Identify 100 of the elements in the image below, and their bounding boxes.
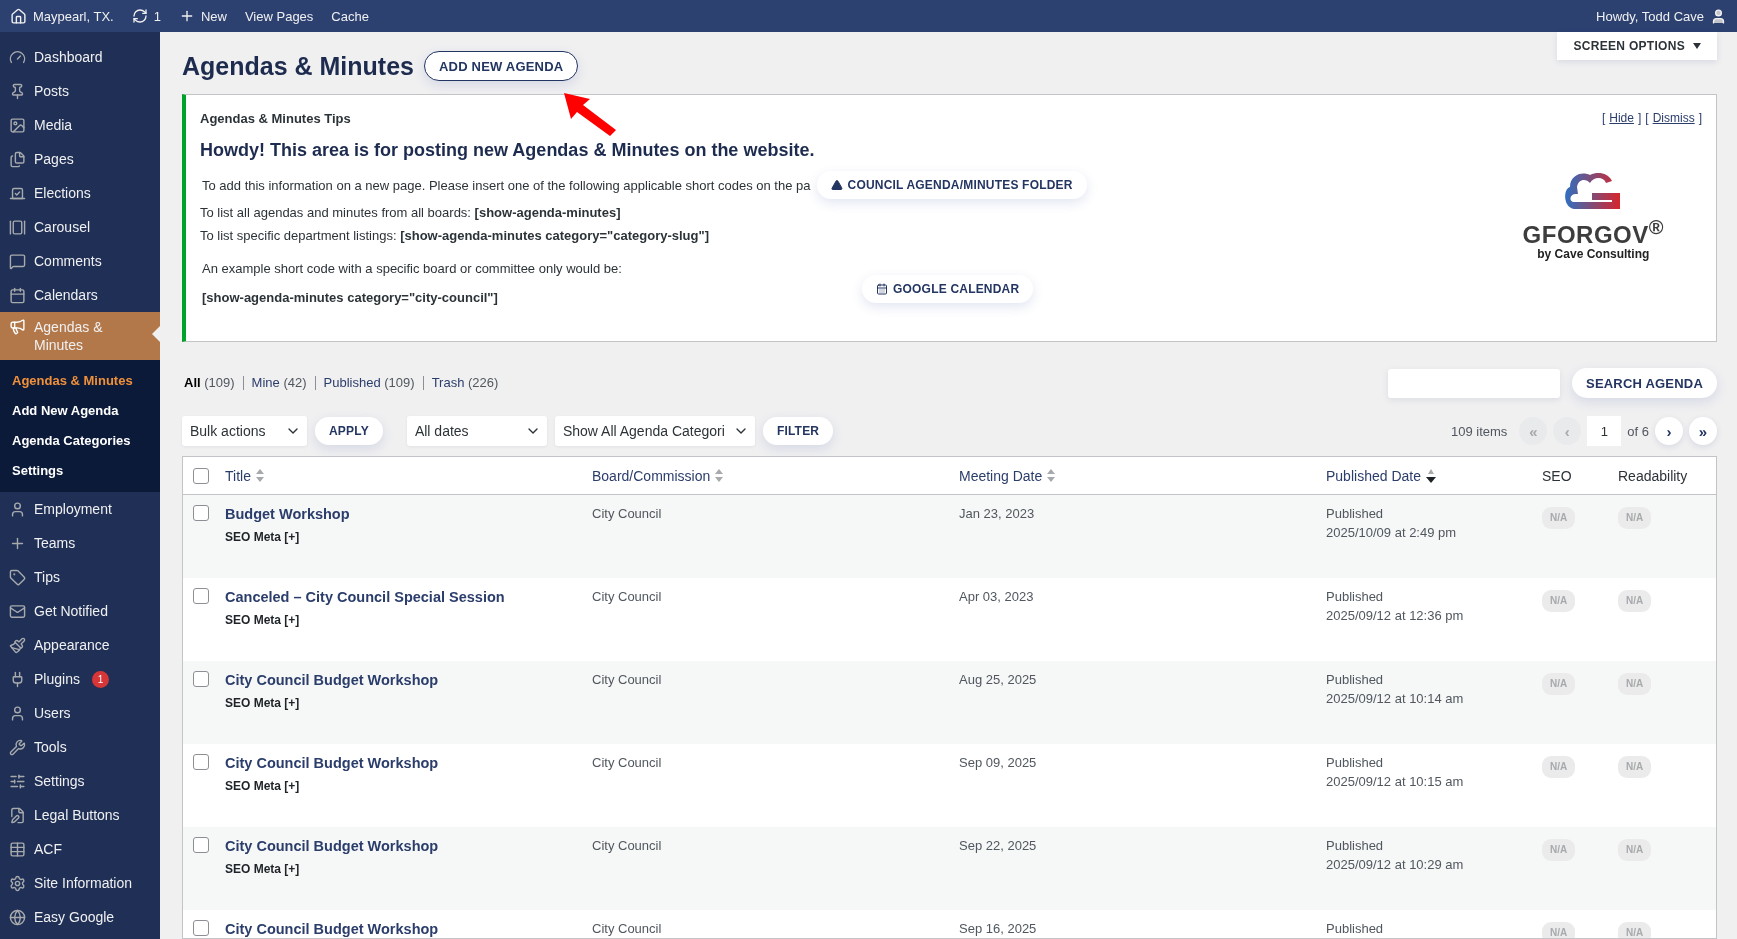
view-filter-link[interactable]: All (109) bbox=[182, 376, 243, 390]
filter-button[interactable]: FILTER bbox=[762, 417, 834, 445]
account-link[interactable]: Howdy, Todd Cave bbox=[1596, 7, 1727, 25]
column-header[interactable]: Readability bbox=[1618, 467, 1716, 484]
sliders-icon bbox=[9, 772, 26, 790]
row-checkbox[interactable] bbox=[193, 754, 209, 770]
select-all-checkbox[interactable] bbox=[193, 467, 209, 484]
menu-item[interactable]: Legal Buttons bbox=[0, 798, 160, 832]
table-icon bbox=[9, 840, 26, 858]
user-icon bbox=[1710, 7, 1727, 25]
board-cell-text: City Council bbox=[592, 671, 663, 689]
menu-item[interactable]: Tools bbox=[0, 730, 160, 764]
menu-item[interactable]: Easy Google bbox=[0, 900, 160, 934]
menu-item[interactable]: Tips bbox=[0, 560, 160, 594]
menu-item[interactable]: Comments bbox=[0, 244, 160, 278]
person-icon bbox=[9, 500, 26, 518]
published-date-text: 2025/09/12 at 10:29 am bbox=[1326, 856, 1465, 874]
column-header[interactable]: Title bbox=[223, 467, 592, 484]
site-link[interactable]: Maypearl, TX. bbox=[10, 7, 114, 25]
menu-item[interactable]: Get Notified bbox=[0, 594, 160, 628]
menu-item[interactable]: Teams bbox=[0, 526, 160, 560]
tips-title: Agendas & Minutes Tips bbox=[200, 111, 352, 126]
row-checkbox[interactable] bbox=[193, 671, 209, 687]
seo-score-badge: N/A bbox=[1542, 756, 1576, 778]
column-header[interactable]: Meeting Date bbox=[959, 467, 1326, 484]
seo-meta-toggle[interactable]: SEO Meta [+] bbox=[225, 694, 592, 712]
edit-icon bbox=[9, 806, 26, 824]
menu-item[interactable]: Media bbox=[0, 108, 160, 142]
toolbar-link[interactable]: Cache bbox=[331, 8, 369, 24]
submenu-item[interactable]: Add New Agenda bbox=[0, 396, 160, 426]
folder-button[interactable]: COUNCIL AGENDA/MINUTES FOLDER bbox=[816, 171, 1087, 199]
notice-link[interactable]: Hide bbox=[1609, 111, 1634, 125]
updates-link[interactable]: 1 bbox=[131, 8, 161, 24]
view-filter-link[interactable]: Published (109) bbox=[314, 376, 423, 390]
agenda-title-link[interactable]: City Council Budget Workshop bbox=[225, 837, 592, 855]
readability-badge: N/A bbox=[1618, 839, 1652, 861]
menu-item[interactable]: Appearance bbox=[0, 628, 160, 662]
menu-item[interactable]: Employment bbox=[0, 492, 160, 526]
row-checkbox[interactable] bbox=[193, 588, 209, 604]
seo-meta-toggle[interactable]: SEO Meta [+] bbox=[225, 611, 592, 629]
submenu-item[interactable]: Settings bbox=[0, 456, 160, 486]
agenda-title-link[interactable]: City Council Budget Workshop bbox=[225, 920, 592, 938]
settings-icon bbox=[9, 874, 26, 892]
agenda-title-link[interactable]: City Council Budget Workshop bbox=[225, 671, 592, 689]
bracket-text: ] bbox=[1637, 111, 1642, 125]
menu-item[interactable]: ACF bbox=[0, 832, 160, 866]
row-checkbox[interactable] bbox=[193, 920, 209, 936]
column-header[interactable]: Board/Commission bbox=[592, 467, 959, 484]
meeting-date-cell-text: Apr 03, 2023 bbox=[959, 588, 1035, 606]
menu-item[interactable]: Carousel bbox=[0, 210, 160, 244]
column-header[interactable]: SEO bbox=[1542, 467, 1618, 484]
refresh-icon bbox=[131, 8, 148, 24]
page-field[interactable]: 1 bbox=[1587, 416, 1622, 446]
add-new-button[interactable]: ADD NEW AGENDA bbox=[424, 51, 579, 81]
menu-item[interactable]: Site Information bbox=[0, 866, 160, 900]
column-header[interactable]: Published Date bbox=[1326, 467, 1542, 484]
seo-meta-toggle[interactable]: SEO Meta [+] bbox=[225, 528, 592, 546]
menu-item[interactable]: Pages bbox=[0, 142, 160, 176]
globe-icon bbox=[9, 908, 26, 926]
status-text: Published bbox=[1326, 920, 1385, 938]
dates-select[interactable]: All dates bbox=[406, 416, 547, 446]
row-checkbox[interactable] bbox=[193, 505, 209, 521]
bulk-actions-select[interactable]: Bulk actions bbox=[182, 416, 307, 446]
last-page-button[interactable]: » bbox=[1689, 417, 1717, 445]
agenda-title-link[interactable]: City Council Budget Workshop bbox=[225, 754, 592, 772]
submenu-item[interactable]: Agendas & Minutes bbox=[0, 366, 160, 396]
notice-link[interactable]: Dismiss bbox=[1652, 111, 1695, 125]
view-filter-link[interactable]: Trash (226) bbox=[422, 376, 507, 390]
menu-item[interactable]: Calendars bbox=[0, 278, 160, 312]
tag-icon bbox=[9, 568, 26, 586]
submenu-item[interactable]: Agenda Categories bbox=[0, 426, 160, 456]
status-text: Published bbox=[1326, 754, 1385, 772]
agenda-title-link[interactable]: Budget Workshop bbox=[225, 505, 592, 523]
new-link[interactable]: New bbox=[178, 8, 227, 24]
menu-item[interactable]: Elections bbox=[0, 176, 160, 210]
search-button[interactable]: SEARCH AGENDA bbox=[1572, 368, 1717, 398]
wrench-icon bbox=[9, 738, 26, 756]
seo-meta-toggle[interactable]: SEO Meta [+] bbox=[225, 777, 592, 795]
apply-button[interactable]: APPLY bbox=[315, 417, 383, 445]
view-filter-link[interactable]: Mine (42) bbox=[242, 376, 315, 390]
board-cell-text: City Council bbox=[592, 505, 663, 523]
drive-icon bbox=[830, 179, 843, 191]
row-checkbox[interactable] bbox=[193, 837, 209, 853]
menu-item[interactable]: Users bbox=[0, 696, 160, 730]
screen-options-tab[interactable]: SCREEN OPTIONS bbox=[1557, 32, 1717, 60]
bracket-text: [ bbox=[1645, 111, 1649, 125]
menu-item[interactable]: Posts bbox=[0, 74, 160, 108]
category-select[interactable]: Show All Agenda Categori bbox=[554, 416, 755, 446]
next-page-button[interactable]: › bbox=[1655, 417, 1683, 445]
agenda-title-link[interactable]: Canceled – City Council Special Session bbox=[225, 588, 592, 606]
megaphone-icon bbox=[9, 318, 26, 335]
calendar-button[interactable]: GOOGLE CALENDAR bbox=[862, 275, 1034, 303]
menu-item[interactable]: Plugins 1 bbox=[0, 662, 160, 696]
search-field[interactable] bbox=[1388, 368, 1561, 398]
published-date-text: 2025/10/09 at 2:49 pm bbox=[1326, 524, 1458, 542]
calendar-icon bbox=[9, 286, 26, 304]
seo-meta-toggle[interactable]: SEO Meta [+] bbox=[225, 860, 592, 878]
menu-item[interactable]: Dashboard bbox=[0, 40, 160, 74]
toolbar-link[interactable]: View Pages bbox=[244, 8, 314, 24]
menu-item[interactable]: Settings bbox=[0, 764, 160, 798]
